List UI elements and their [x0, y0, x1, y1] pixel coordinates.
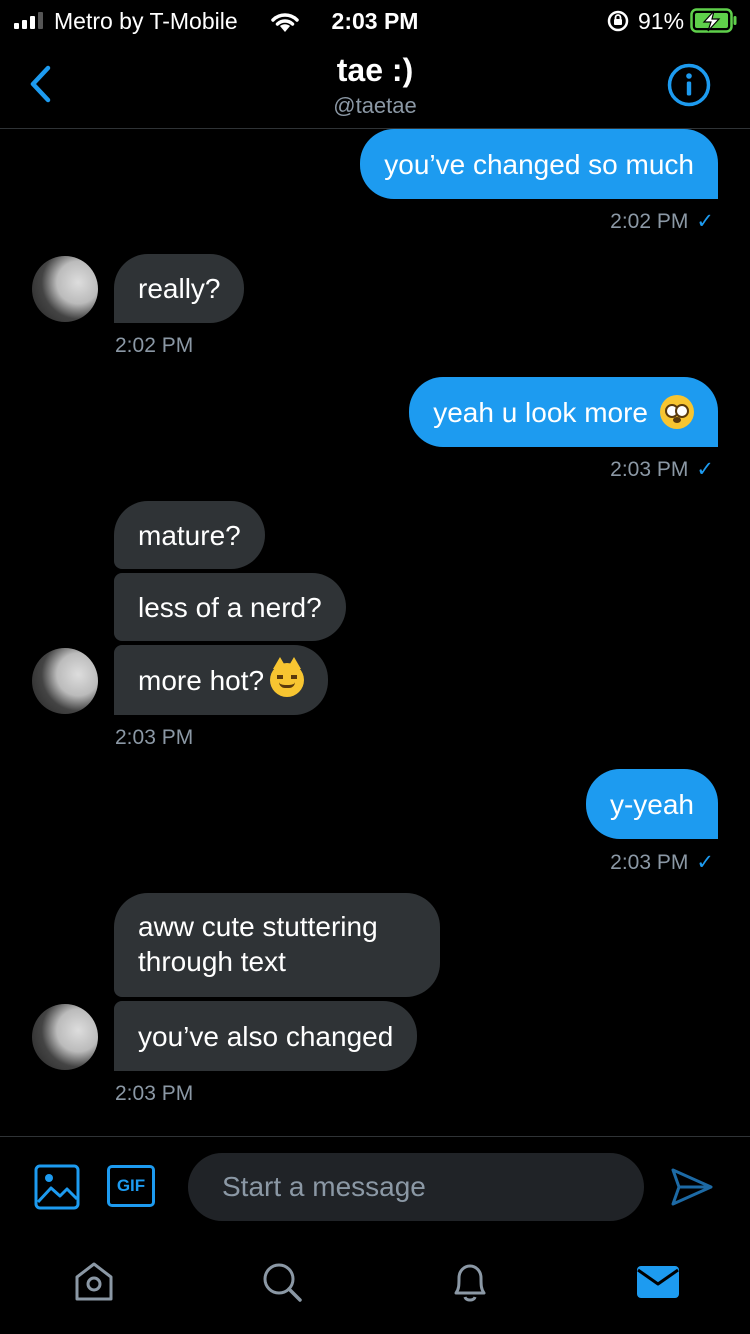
bell-icon: [454, 1264, 486, 1302]
status-bar: Metro by T-Mobile 2:03 PM 91%: [0, 0, 750, 40]
avatar[interactable]: [32, 648, 98, 714]
carrier-name: Metro by T-Mobile: [54, 8, 238, 34]
info-icon[interactable]: [667, 63, 711, 107]
flushed-face-emoji: [660, 395, 694, 429]
message-text: less of a nerd?: [138, 591, 322, 623]
message-bubble[interactable]: y-yeah: [585, 769, 718, 839]
wifi-icon: [271, 13, 299, 32]
message-bubble[interactable]: more hot?: [114, 645, 329, 715]
cellular-signal-icon: [14, 11, 43, 29]
message-timestamp: 2:03 PM ✓: [610, 458, 714, 481]
message-composer: GIF: [0, 1136, 750, 1234]
conversation-handle[interactable]: @taetae: [0, 93, 750, 119]
sent-check-icon: ✓: [696, 851, 714, 874]
message-text: you’ve also changed: [138, 1020, 394, 1052]
message-bubble[interactable]: really?: [114, 254, 245, 323]
message-timestamp: 2:03 PM ✓: [610, 851, 714, 874]
message-timestamp: 2:02 PM: [115, 334, 194, 357]
battery-charging-icon: [690, 8, 737, 33]
status-time: 2:03 PM: [331, 8, 419, 34]
message-bubble[interactable]: you’ve also changed: [114, 1001, 418, 1071]
tab-home[interactable]: [70, 1258, 118, 1306]
message-timestamp: 2:03 PM: [115, 1082, 194, 1105]
message-text: yeah u look more: [433, 396, 648, 428]
message-bubble[interactable]: you’ve changed so much: [360, 129, 718, 199]
message-bubble[interactable]: mature?: [114, 501, 265, 569]
message-bubble[interactable]: less of a nerd?: [114, 573, 346, 641]
send-icon[interactable]: [670, 1167, 714, 1207]
tab-search[interactable]: [258, 1258, 306, 1306]
message-text: mature?: [138, 519, 241, 551]
battery-percentage: 91%: [638, 8, 685, 34]
message-bubble[interactable]: aww cute stuttering through text: [114, 893, 440, 997]
message-text: y-yeah: [609, 788, 694, 820]
sent-check-icon: ✓: [696, 458, 714, 481]
message-text: more hot?: [138, 664, 265, 696]
rotation-lock-icon: [607, 10, 629, 32]
smirking-cat-emoji: [270, 657, 305, 697]
message-bubble[interactable]: yeah u look more: [409, 377, 718, 447]
message-text: you’ve changed so much: [384, 148, 694, 180]
message-input[interactable]: [188, 1153, 644, 1221]
tab-messages[interactable]: [634, 1258, 682, 1306]
mail-icon: [637, 1266, 679, 1298]
message-timestamp: 2:02 PM ✓: [610, 210, 714, 233]
image-icon[interactable]: [34, 1164, 80, 1210]
avatar[interactable]: [32, 1004, 98, 1070]
tab-notifications[interactable]: [446, 1258, 494, 1306]
message-text: really?: [138, 273, 221, 304]
sent-check-icon: ✓: [696, 210, 714, 233]
bottom-tab-bar: [0, 1234, 750, 1334]
search-icon: [263, 1263, 302, 1302]
message-text: aww cute stuttering through text: [138, 911, 378, 977]
home-icon: [75, 1262, 113, 1301]
avatar[interactable]: [32, 256, 98, 322]
message-timestamp: 2:03 PM: [115, 726, 194, 749]
conversation-header: tae :) @taetae: [0, 40, 750, 129]
gif-button[interactable]: GIF: [107, 1165, 155, 1207]
conversation-title[interactable]: tae :): [0, 52, 750, 89]
